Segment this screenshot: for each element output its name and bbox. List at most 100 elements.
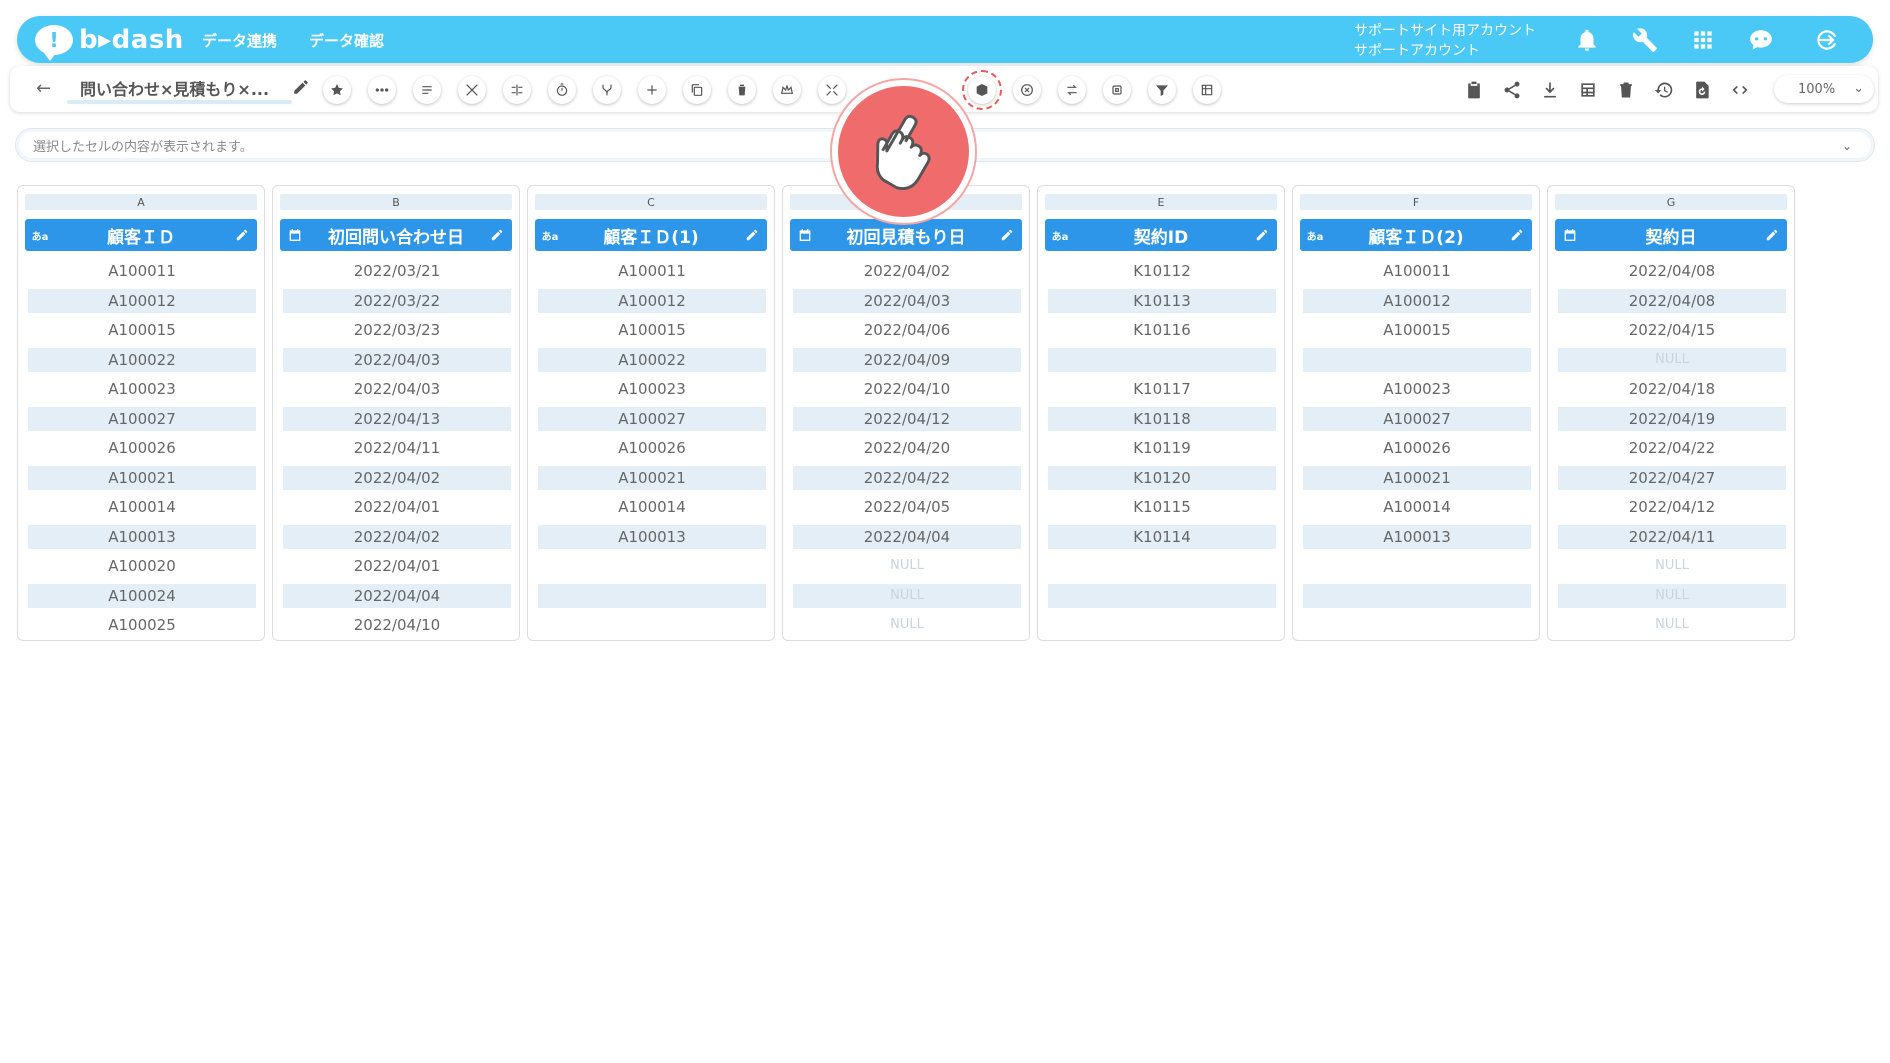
column-header[interactable]: あa 契約ID <box>1045 219 1277 251</box>
pencil-icon[interactable] <box>1253 226 1271 244</box>
table-cell[interactable]: A100014 <box>1303 495 1531 520</box>
table-cell[interactable]: 2022/04/19 <box>1558 406 1786 431</box>
timer-icon[interactable] <box>548 76 576 104</box>
filter-icon[interactable] <box>1148 76 1176 104</box>
column-letter[interactable]: B <box>280 194 512 210</box>
table-cell[interactable]: A100014 <box>28 495 256 520</box>
pencil-icon[interactable] <box>1763 226 1781 244</box>
column-header[interactable]: 契約日 <box>1555 219 1787 251</box>
add-icon[interactable] <box>638 76 666 104</box>
table-cell[interactable]: A100023 <box>1303 377 1531 402</box>
table-cell[interactable]: K10113 <box>1048 288 1276 313</box>
crown-icon[interactable] <box>773 76 801 104</box>
account-info[interactable]: サポートサイト用アカウント サポートアカウント <box>1354 21 1536 61</box>
logout-icon[interactable] <box>1812 25 1842 55</box>
pencil-icon[interactable] <box>743 226 761 244</box>
swap-icon[interactable] <box>1058 76 1086 104</box>
table-cell[interactable]: A100015 <box>1303 318 1531 343</box>
table-cell[interactable]: 2022/04/04 <box>283 583 511 608</box>
table-cell[interactable]: 2022/04/01 <box>283 554 511 579</box>
table-cell[interactable]: 2022/04/06 <box>793 318 1021 343</box>
table-cell[interactable]: A100023 <box>28 377 256 402</box>
table-cell[interactable]: 2022/04/13 <box>283 406 511 431</box>
trash-icon[interactable] <box>1614 78 1638 102</box>
table-cell[interactable]: K10115 <box>1048 495 1276 520</box>
column-header[interactable]: あa 顧客ＩＤ(2) <box>1300 219 1532 251</box>
pivot-grid-icon[interactable] <box>1193 76 1221 104</box>
column-letter[interactable]: G <box>1555 194 1787 210</box>
table-cell[interactable]: 2022/04/10 <box>793 377 1021 402</box>
chat-bot-icon[interactable] <box>1746 25 1776 55</box>
table-cell[interactable]: 2022/04/09 <box>793 347 1021 372</box>
apps-grid-icon[interactable] <box>1688 25 1718 55</box>
table-cell[interactable]: A100021 <box>1303 465 1531 490</box>
table-cell[interactable]: K10112 <box>1048 259 1276 284</box>
pencil-icon[interactable] <box>998 226 1016 244</box>
table-cell[interactable]: NULL <box>1558 613 1786 638</box>
bdash-logo[interactable]: ! b▸dash <box>35 23 184 61</box>
table-cell[interactable]: A100011 <box>538 259 766 284</box>
column-letter[interactable]: F <box>1300 194 1532 210</box>
table-cell[interactable]: K10118 <box>1048 406 1276 431</box>
table-cell[interactable]: 2022/04/18 <box>1558 377 1786 402</box>
table-cell[interactable] <box>1048 583 1276 608</box>
tools-icon[interactable] <box>458 76 486 104</box>
table-cell[interactable] <box>1303 583 1531 608</box>
table-cell[interactable]: A100023 <box>538 377 766 402</box>
copy-icon[interactable] <box>683 76 711 104</box>
table-cell[interactable]: 2022/03/21 <box>283 259 511 284</box>
table-cell[interactable]: 2022/04/03 <box>793 288 1021 313</box>
chevron-down-icon[interactable]: ⌄ <box>1836 135 1858 157</box>
table-cell[interactable]: A100012 <box>28 288 256 313</box>
table-cell[interactable]: K10120 <box>1048 465 1276 490</box>
square-icon[interactable] <box>1103 76 1131 104</box>
table-cell[interactable]: A100027 <box>538 406 766 431</box>
table-cell[interactable]: A100026 <box>538 436 766 461</box>
report-title[interactable]: 問い合わせ×見積もり×... <box>80 76 300 100</box>
table-cell[interactable]: 2022/04/08 <box>1558 259 1786 284</box>
table-cell[interactable]: 2022/03/23 <box>283 318 511 343</box>
table-cell[interactable]: 2022/04/02 <box>793 259 1021 284</box>
pencil-icon[interactable] <box>1508 226 1526 244</box>
close-circle-icon[interactable] <box>1013 76 1041 104</box>
pencil-icon[interactable] <box>233 226 251 244</box>
column-header[interactable]: あa 顧客ＩＤ <box>25 219 257 251</box>
merge-icon[interactable] <box>593 76 621 104</box>
table-cell[interactable]: A100011 <box>28 259 256 284</box>
table-cell[interactable]: 2022/04/02 <box>283 524 511 549</box>
back-arrow-icon[interactable]: ← <box>36 78 51 99</box>
column-header[interactable]: あa 顧客ＩＤ(1) <box>535 219 767 251</box>
column-letter[interactable]: C <box>535 194 767 210</box>
clipboard-icon[interactable] <box>1462 78 1486 102</box>
delete-icon[interactable] <box>728 76 756 104</box>
table-cell[interactable]: A100027 <box>1303 406 1531 431</box>
table-cell[interactable]: 2022/04/22 <box>793 465 1021 490</box>
table-cell[interactable]: 2022/04/03 <box>283 347 511 372</box>
table-cell[interactable]: 2022/04/12 <box>1558 495 1786 520</box>
table-cell[interactable]: A100013 <box>538 524 766 549</box>
table-cell[interactable]: A100015 <box>538 318 766 343</box>
table-cell[interactable]: A100012 <box>1303 288 1531 313</box>
table-cell[interactable]: A100022 <box>28 347 256 372</box>
table-cell[interactable]: 2022/04/03 <box>283 377 511 402</box>
table-cell[interactable]: 2022/04/05 <box>793 495 1021 520</box>
code-icon[interactable] <box>1728 78 1752 102</box>
zoom-select[interactable]: 100% ⌄ <box>1774 75 1874 103</box>
history-icon[interactable] <box>1652 78 1676 102</box>
download-icon[interactable] <box>1538 78 1562 102</box>
cube-icon[interactable] <box>962 70 1002 110</box>
share-icon[interactable] <box>1500 78 1524 102</box>
table-cell[interactable]: 2022/04/12 <box>793 406 1021 431</box>
bell-icon[interactable] <box>1572 25 1602 55</box>
list-icon[interactable] <box>413 76 441 104</box>
table-cell[interactable]: A100013 <box>28 524 256 549</box>
table-cell[interactable] <box>1048 554 1276 579</box>
table-cell[interactable]: 2022/04/22 <box>1558 436 1786 461</box>
table-cell[interactable]: A100015 <box>28 318 256 343</box>
refresh-doc-icon[interactable] <box>1690 78 1714 102</box>
expand-columns-icon[interactable] <box>503 76 531 104</box>
table-cell[interactable]: 2022/04/01 <box>283 495 511 520</box>
table-cell[interactable]: A100011 <box>1303 259 1531 284</box>
wrench-icon[interactable] <box>1630 25 1660 55</box>
table-cell[interactable]: NULL <box>793 554 1021 579</box>
